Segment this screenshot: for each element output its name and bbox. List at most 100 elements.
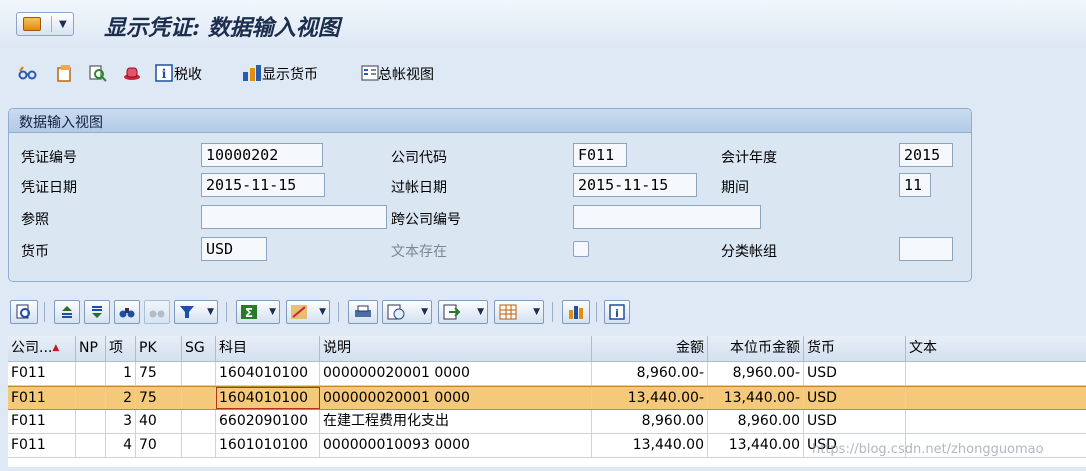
amount-cell: 13,440.00- bbox=[592, 387, 708, 409]
details-button[interactable] bbox=[10, 300, 38, 324]
column-header[interactable]: SG bbox=[182, 336, 216, 361]
views-button[interactable]: ▼ bbox=[382, 300, 432, 324]
company-code-cell: F011 bbox=[8, 410, 76, 433]
currency-cell: USD bbox=[804, 410, 906, 433]
pk-cell: 75 bbox=[136, 362, 182, 385]
column-header[interactable]: 项 bbox=[106, 336, 136, 361]
text-cell bbox=[906, 362, 1086, 385]
filter-icon bbox=[180, 306, 194, 318]
document-header-panel: 数据输入视图 凭证编号 10000202 公司代码 F011 会计年度 2015… bbox=[8, 108, 972, 282]
doc-no-field[interactable]: 10000202 bbox=[201, 143, 323, 167]
magnifier-icon bbox=[16, 304, 30, 319]
currency-icon[interactable] bbox=[242, 63, 262, 83]
graphic-button[interactable] bbox=[562, 300, 590, 324]
find-button[interactable] bbox=[114, 300, 140, 324]
info-icon[interactable]: i bbox=[154, 63, 174, 83]
tax-button[interactable]: 税收 bbox=[174, 64, 202, 84]
ledger-group-field[interactable] bbox=[899, 237, 953, 261]
svg-text:i: i bbox=[162, 67, 167, 81]
printer-icon bbox=[355, 305, 371, 317]
account-cell[interactable]: 6602090100 bbox=[216, 410, 320, 433]
account-cell[interactable]: 1601010100 bbox=[216, 434, 320, 457]
sg-cell bbox=[182, 434, 216, 457]
text-exists-label: 文本存在 bbox=[391, 244, 447, 260]
company-code-cell: F011 bbox=[8, 434, 76, 457]
fiscal-year-label: 会计年度 bbox=[721, 150, 777, 166]
hat-icon[interactable] bbox=[122, 63, 142, 83]
doc-date-label: 凭证日期 bbox=[21, 180, 77, 196]
binoculars-plus-icon bbox=[149, 310, 165, 318]
np-cell bbox=[76, 387, 106, 409]
cross-company-field[interactable] bbox=[573, 205, 761, 229]
period-label: 期间 bbox=[721, 180, 749, 196]
company-code-label: 公司代码 bbox=[391, 150, 447, 166]
column-header[interactable]: 文本 bbox=[906, 336, 1086, 361]
sort-asc-button[interactable] bbox=[54, 300, 80, 324]
column-header[interactable]: PK bbox=[136, 336, 182, 361]
local-amount-cell: 8,960.00- bbox=[708, 362, 804, 385]
line-items-table: 公司...▲ NP 项 PK SG 科目 说明 金额 本位币金额 货币 文本 F… bbox=[8, 336, 1086, 467]
toolbar-separator bbox=[44, 302, 45, 322]
currency-label: 货币 bbox=[21, 244, 49, 260]
document-icon[interactable] bbox=[54, 63, 74, 83]
column-header[interactable]: NP bbox=[76, 336, 106, 361]
system-menu-button[interactable]: ▼ bbox=[16, 12, 74, 36]
column-header[interactable]: 货币 bbox=[804, 336, 906, 361]
period-field[interactable]: 11 bbox=[899, 173, 931, 197]
posting-date-field[interactable]: 2015-11-15 bbox=[573, 173, 697, 197]
description-cell: 在建工程费用化支出 bbox=[320, 410, 592, 433]
glasses-icon[interactable] bbox=[18, 63, 38, 83]
sort-desc-button[interactable] bbox=[84, 300, 110, 324]
currency-field[interactable]: USD bbox=[201, 237, 267, 261]
svg-text:Σ: Σ bbox=[245, 306, 253, 319]
total-button[interactable]: Σ ▼ bbox=[236, 300, 280, 324]
description-cell: 000000020001 0000 bbox=[320, 387, 592, 409]
reference-field[interactable] bbox=[201, 205, 387, 229]
table-row[interactable]: F011 3 40 6602090100 在建工程费用化支出 8,960.00 … bbox=[8, 410, 1086, 434]
display-currency-button[interactable]: 显示货币 bbox=[262, 64, 318, 84]
panel-title: 数据输入视图 bbox=[19, 115, 103, 131]
chevron-down-icon: ▼ bbox=[477, 307, 484, 317]
description-cell: 000000010093 0000 bbox=[320, 434, 592, 457]
company-code-field[interactable]: F011 bbox=[573, 143, 627, 167]
doc-date-field[interactable]: 2015-11-15 bbox=[201, 173, 325, 197]
title-bar: ▼ 显示凭证: 数据输入视图 bbox=[0, 0, 1086, 49]
reference-label: 参照 bbox=[21, 212, 49, 228]
column-header[interactable]: 本位币金额 bbox=[708, 336, 804, 361]
info-button[interactable]: i bbox=[604, 300, 630, 324]
subtotal-icon bbox=[291, 305, 307, 319]
chevron-down-icon: ▼ bbox=[421, 307, 428, 317]
toolbar-separator bbox=[226, 302, 227, 322]
sum-icon: Σ bbox=[241, 305, 257, 319]
column-header[interactable]: 公司...▲ bbox=[8, 336, 76, 361]
ledger-icon[interactable] bbox=[360, 63, 380, 83]
page-title: 显示凭证: 数据输入视图 bbox=[104, 15, 340, 41]
search-doc-icon[interactable] bbox=[88, 63, 108, 83]
menu-separator bbox=[51, 16, 52, 32]
column-header[interactable]: 科目 bbox=[216, 336, 320, 361]
toolbar-separator bbox=[552, 302, 553, 322]
fiscal-year-field[interactable]: 2015 bbox=[899, 143, 953, 167]
posting-date-label: 过帐日期 bbox=[391, 180, 447, 196]
text-cell bbox=[906, 387, 1086, 409]
column-header[interactable]: 金额 bbox=[592, 336, 708, 361]
find-next-button[interactable] bbox=[144, 300, 170, 324]
account-cell[interactable]: 1604010100 bbox=[216, 387, 320, 409]
chevron-down-icon: ▼ bbox=[59, 19, 67, 30]
filter-button[interactable]: ▼ bbox=[174, 300, 218, 324]
doc-no-label: 凭证编号 bbox=[21, 150, 77, 166]
watermark: https://blog.csdn.net/zhongguomao bbox=[812, 442, 1044, 457]
table-row[interactable]: F011 1 75 1604010100 000000020001 0000 8… bbox=[8, 362, 1086, 386]
account-cell[interactable]: 1604010100 bbox=[216, 362, 320, 385]
layout-button[interactable]: ▼ bbox=[494, 300, 544, 324]
item-cell: 2 bbox=[106, 387, 136, 409]
np-cell bbox=[76, 410, 106, 433]
print-button[interactable] bbox=[348, 300, 378, 324]
subtotal-button[interactable]: ▼ bbox=[286, 300, 330, 324]
local-amount-cell: 13,440.00- bbox=[708, 387, 804, 409]
table-header-row: 公司...▲ NP 项 PK SG 科目 说明 金额 本位币金额 货币 文本 bbox=[8, 336, 1086, 362]
column-header[interactable]: 说明 bbox=[320, 336, 592, 361]
gl-view-button[interactable]: 总帐视图 bbox=[378, 64, 434, 84]
table-row-selected[interactable]: F011 2 75 1604010100 000000020001 0000 1… bbox=[8, 386, 1086, 410]
export-button[interactable]: ▼ bbox=[438, 300, 488, 324]
